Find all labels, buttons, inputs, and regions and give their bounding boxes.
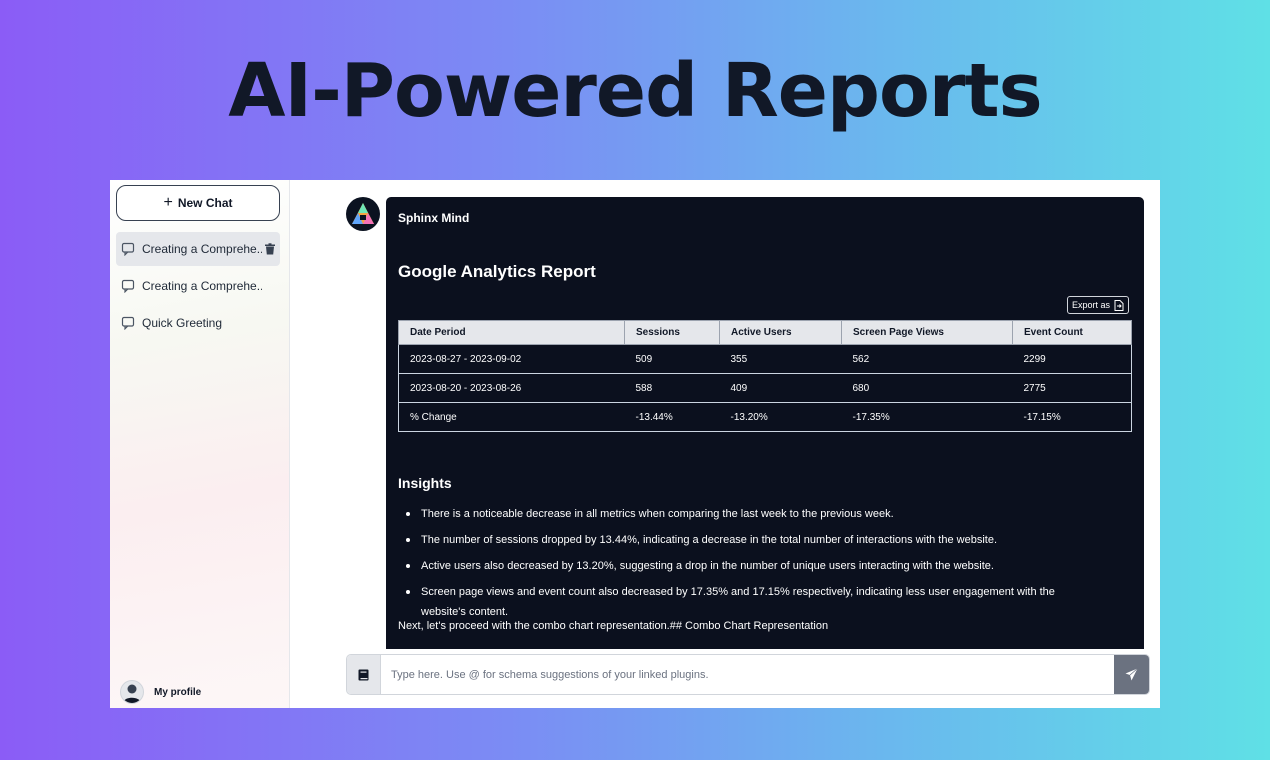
- chat-item-2[interactable]: Creating a Comprehe...: [116, 269, 280, 303]
- chat-input-bar: [346, 654, 1150, 695]
- table-cell: -17.35%: [841, 402, 1013, 432]
- list-item: Active users also decreased by 13.20%, s…: [398, 556, 1098, 576]
- chat-main: Sphinx Mind Google Analytics Report Expo…: [290, 180, 1160, 708]
- chat-item-label: Creating a Comprehe...: [142, 242, 262, 256]
- plus-icon: +: [163, 194, 173, 211]
- column-header: Event Count: [1012, 320, 1132, 345]
- export-label: Export as: [1071, 300, 1110, 310]
- chat-item-3[interactable]: Quick Greeting: [116, 306, 280, 340]
- table-cell: 2775: [1012, 373, 1132, 403]
- table-row: 2023-08-27 - 2023-09-02 509 355 562 2299: [398, 344, 1132, 374]
- avatar: [120, 680, 144, 704]
- export-button[interactable]: Export as: [1066, 296, 1129, 314]
- table-cell: -17.15%: [1012, 402, 1132, 432]
- table-header-row: Date Period Sessions Active Users Screen…: [398, 320, 1132, 345]
- chat-item-label: Creating a Comprehe...: [142, 279, 262, 293]
- chat-item-label: Quick Greeting: [142, 316, 223, 330]
- insights-title: Insights: [398, 475, 452, 491]
- hero-title: AI-Powered Reports: [228, 48, 1042, 134]
- list-item: The number of sessions dropped by 13.44%…: [398, 530, 1098, 550]
- table-row: % Change -13.44% -13.20% -17.35% -17.15%: [398, 402, 1132, 432]
- paper-plane-icon: [1125, 668, 1138, 681]
- schema-book-button[interactable]: [347, 655, 381, 694]
- assistant-message: Sphinx Mind Google Analytics Report Expo…: [386, 197, 1144, 649]
- sidebar: + New Chat Creating a Comprehe... Creati…: [110, 180, 290, 708]
- app-window: + New Chat Creating a Comprehe... Creati…: [110, 180, 1160, 708]
- table-cell: 509: [624, 344, 720, 374]
- column-header: Screen Page Views: [841, 320, 1013, 345]
- table-cell: 2299: [1012, 344, 1132, 374]
- list-item: Screen page views and event count also d…: [398, 582, 1098, 622]
- sender-name: Sphinx Mind: [398, 211, 470, 225]
- table-cell: 409: [719, 373, 842, 403]
- profile-link[interactable]: My profile: [120, 680, 201, 704]
- chat-bubble-icon: [121, 279, 135, 293]
- column-header: Active Users: [719, 320, 842, 345]
- table-cell: 680: [841, 373, 1013, 403]
- trash-icon[interactable]: [264, 243, 276, 255]
- sphinx-logo-icon: [352, 203, 374, 224]
- new-chat-label: New Chat: [177, 196, 233, 210]
- chat-bubble-icon: [121, 242, 135, 256]
- bot-avatar: [346, 197, 380, 231]
- chat-bubble-icon: [121, 316, 135, 330]
- column-header: Date Period: [398, 320, 625, 345]
- table-cell: 562: [841, 344, 1013, 374]
- column-header: Sessions: [624, 320, 720, 345]
- table-cell: 2023-08-27 - 2023-09-02: [398, 344, 625, 374]
- list-item: There is a noticeable decrease in all me…: [398, 504, 1098, 524]
- table-cell: 355: [719, 344, 842, 374]
- send-button[interactable]: [1114, 655, 1149, 694]
- chat-input[interactable]: [381, 655, 1114, 694]
- book-icon: [358, 669, 369, 680]
- report-title: Google Analytics Report: [398, 262, 596, 281]
- chat-item-1[interactable]: Creating a Comprehe...: [116, 232, 280, 266]
- file-export-icon: [1114, 299, 1124, 311]
- table-cell: 588: [624, 373, 720, 403]
- table-cell: 2023-08-20 - 2023-08-26: [398, 373, 625, 403]
- report-table: Date Period Sessions Active Users Screen…: [398, 320, 1132, 432]
- table-cell: % Change: [398, 402, 625, 432]
- new-chat-button[interactable]: + New Chat: [116, 185, 280, 221]
- table-cell: -13.44%: [624, 402, 720, 432]
- insights-list: There is a noticeable decrease in all me…: [398, 504, 1098, 628]
- message-footer-text: Next, let's proceed with the combo chart…: [398, 620, 829, 632]
- table-cell: -13.20%: [719, 402, 842, 432]
- profile-label: My profile: [154, 686, 202, 698]
- table-row: 2023-08-20 - 2023-08-26 588 409 680 2775: [398, 373, 1132, 403]
